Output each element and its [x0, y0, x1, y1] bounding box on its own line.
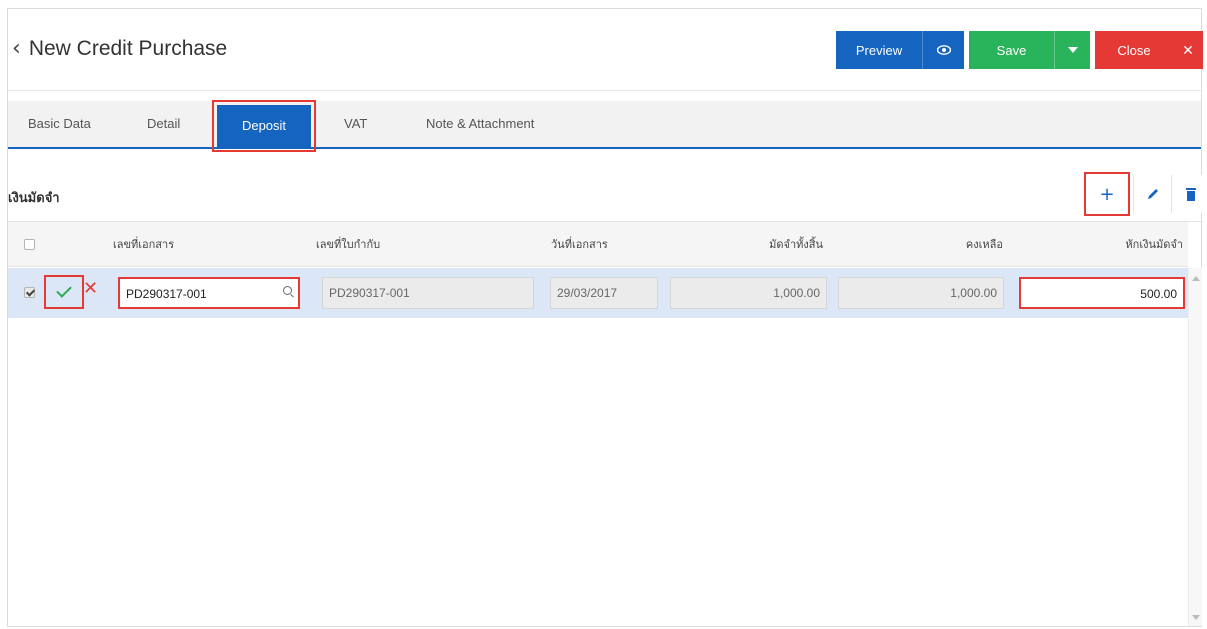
save-button[interactable]: Save [969, 31, 1090, 69]
tab-vat[interactable]: VAT [344, 101, 367, 147]
column-deposit-total: มัดจำทั้งสิ้น [769, 238, 823, 251]
tab-detail[interactable]: Detail [147, 101, 180, 147]
check-icon [56, 282, 72, 298]
pencil-icon [1147, 189, 1158, 199]
close-button[interactable]: Close ✕ [1095, 31, 1203, 69]
deduct-deposit-input[interactable]: 500.00 [1019, 277, 1185, 309]
doc-no-value: PD290317-001 [126, 287, 207, 301]
delete-row-button[interactable] [1171, 175, 1207, 213]
eye-icon [922, 31, 964, 69]
table-header: เลขที่เอกสาร เลขที่ใบกำกับ วันที่เอกสาร … [8, 222, 1188, 267]
cancel-row-icon[interactable]: ✕ [83, 278, 98, 300]
tab-deposit[interactable]: Deposit [212, 100, 316, 152]
back-button[interactable]: ‹ New Credit Purchase [12, 37, 227, 61]
search-icon[interactable] [283, 286, 292, 295]
tab-basic-data[interactable]: Basic Data [28, 101, 91, 147]
doc-no-input[interactable]: PD290317-001 [118, 277, 300, 309]
deposit-total-field: 1,000.00 [670, 277, 827, 309]
page-title: New Credit Purchase [28, 37, 228, 60]
column-remaining: คงเหลือ [965, 238, 1003, 251]
chevron-left-icon: ‹ [12, 36, 21, 61]
column-invoice-no: เลขที่ใบกำกับ [316, 238, 381, 251]
tab-deposit-label: Deposit [217, 105, 311, 147]
tab-note-attachment[interactable]: Note & Attachment [426, 101, 534, 147]
remaining-field: 1,000.00 [838, 277, 1004, 309]
preview-button[interactable]: Preview [836, 31, 964, 69]
column-doc-no: เลขที่เอกสาร [113, 238, 175, 251]
table-row[interactable]: ✕ PD290317-001 PD290317-001 29/03/2017 1… [8, 268, 1188, 318]
select-all-checkbox[interactable] [24, 239, 35, 250]
invoice-no-field: PD290317-001 [322, 277, 534, 309]
app-frame: ‹ New Credit Purchase Preview Save Close… [7, 8, 1207, 627]
doc-date-field: 29/03/2017 [550, 277, 658, 309]
caret-down-icon [1067, 47, 1078, 53]
tab-bar: Basic Data Detail Deposit VAT Note & Att… [8, 100, 1201, 152]
page-header: ‹ New Credit Purchase Preview Save Close… [8, 9, 1203, 91]
scroll-up-icon[interactable] [1192, 276, 1200, 281]
row-checkbox[interactable] [24, 287, 35, 298]
column-doc-date: วันที่เอกสาร [551, 238, 608, 251]
save-menu-button[interactable] [1054, 31, 1090, 69]
close-label: Close [1117, 42, 1151, 58]
confirm-row-button[interactable] [44, 275, 84, 309]
scroll-down-icon[interactable] [1192, 615, 1200, 620]
deposit-table: เลขที่เอกสาร เลขที่ใบกำกับ วันที่เอกสาร … [8, 221, 1203, 626]
add-row-button[interactable]: + [1084, 172, 1130, 216]
plus-icon: + [1099, 183, 1115, 205]
close-icon: ✕ [1182, 41, 1194, 58]
vertical-scrollbar[interactable] [1188, 268, 1202, 626]
edit-row-button[interactable] [1133, 175, 1171, 213]
preview-label: Preview [855, 42, 903, 58]
section-title: เงินมัดจำ [8, 191, 60, 206]
save-label: Save [996, 42, 1027, 58]
trash-icon [1185, 188, 1196, 201]
column-deduct: หักเงินมัดจำ [1125, 238, 1183, 251]
